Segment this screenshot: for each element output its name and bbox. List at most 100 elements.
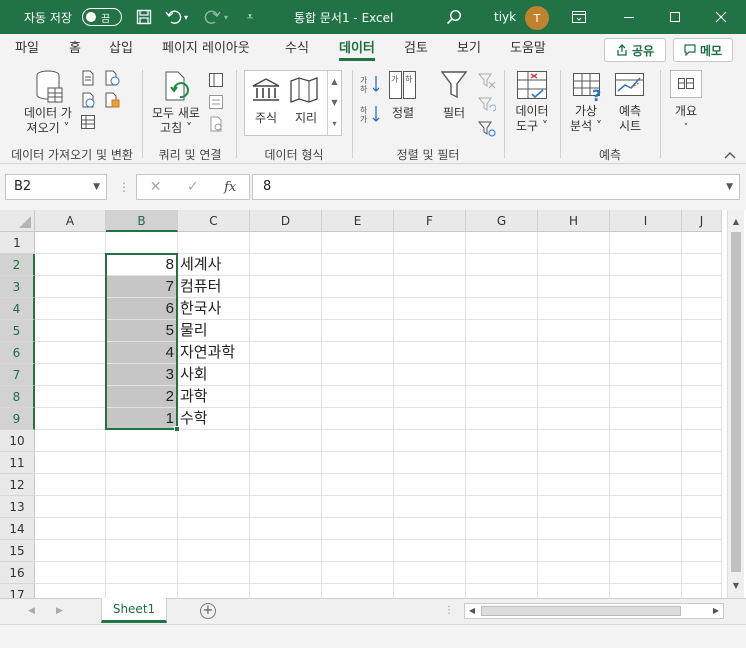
cell-g5[interactable] xyxy=(466,320,538,342)
cell-e11[interactable] xyxy=(322,452,394,474)
cell-f15[interactable] xyxy=(394,540,466,562)
undo-dropdown-icon[interactable]: ▾ xyxy=(184,0,188,34)
cell-j12[interactable] xyxy=(682,474,722,496)
cell-i2[interactable] xyxy=(610,254,682,276)
cell-a2[interactable] xyxy=(35,254,106,276)
cell-i12[interactable] xyxy=(610,474,682,496)
scroll-left-icon[interactable]: ◀ xyxy=(465,604,479,618)
expand-formula-bar-icon[interactable]: ▼ xyxy=(726,175,733,199)
cell-j3[interactable] xyxy=(682,276,722,298)
existing-connections-icon[interactable] xyxy=(104,92,120,111)
cell-g2[interactable] xyxy=(466,254,538,276)
column-header-f[interactable]: F xyxy=(394,210,466,232)
get-data-button[interactable]: 데이터 가 져오기 ˅ xyxy=(18,106,78,136)
cell-h15[interactable] xyxy=(538,540,610,562)
cell-i17[interactable] xyxy=(610,584,682,598)
cell-h16[interactable] xyxy=(538,562,610,584)
cancel-icon[interactable]: ✕ xyxy=(150,179,162,195)
maximize-icon[interactable] xyxy=(652,0,698,34)
cell-c8[interactable]: 과학 xyxy=(178,386,250,408)
cell-h13[interactable] xyxy=(538,496,610,518)
cell-e2[interactable] xyxy=(322,254,394,276)
row-header-14[interactable]: 14 xyxy=(0,518,35,540)
cell-a9[interactable] xyxy=(35,408,106,430)
column-header-d[interactable]: D xyxy=(250,210,322,232)
cell-c16[interactable] xyxy=(178,562,250,584)
cell-b17[interactable] xyxy=(106,584,178,598)
row-header-2[interactable]: 2 xyxy=(0,254,35,276)
cell-e14[interactable] xyxy=(322,518,394,540)
gallery-more-icon[interactable]: ▾ xyxy=(328,113,341,134)
cell-b8[interactable]: 2 xyxy=(106,386,178,408)
cell-j7[interactable] xyxy=(682,364,722,386)
cell-j9[interactable] xyxy=(682,408,722,430)
cell-f3[interactable] xyxy=(394,276,466,298)
cell-f16[interactable] xyxy=(394,562,466,584)
tab-file[interactable]: 파일 xyxy=(15,34,39,64)
cell-h14[interactable] xyxy=(538,518,610,540)
cell-b1[interactable] xyxy=(106,232,178,254)
cell-j2[interactable] xyxy=(682,254,722,276)
gallery-up-icon[interactable]: ▲ xyxy=(328,71,341,92)
close-icon[interactable] xyxy=(698,0,744,34)
cell-d3[interactable] xyxy=(250,276,322,298)
search-icon[interactable] xyxy=(442,0,466,34)
cell-h6[interactable] xyxy=(538,342,610,364)
row-header-8[interactable]: 8 xyxy=(0,386,35,408)
cell-h1[interactable] xyxy=(538,232,610,254)
sheet-prev-icon[interactable]: ◀ xyxy=(28,599,35,623)
from-web-icon[interactable] xyxy=(80,92,96,111)
customize-icon[interactable]: ⩡ xyxy=(238,0,262,34)
cell-b15[interactable] xyxy=(106,540,178,562)
add-sheet-icon[interactable]: + xyxy=(200,603,216,619)
row-header-16[interactable]: 16 xyxy=(0,562,35,584)
column-header-h[interactable]: H xyxy=(538,210,610,232)
data-tools-button[interactable]: 데이터 도구 ˅ xyxy=(510,104,554,134)
cell-h17[interactable] xyxy=(538,584,610,598)
cell-i13[interactable] xyxy=(610,496,682,518)
cell-a14[interactable] xyxy=(35,518,106,540)
cell-c15[interactable] xyxy=(178,540,250,562)
row-header-9[interactable]: 9 xyxy=(0,408,35,430)
cell-e10[interactable] xyxy=(322,430,394,452)
cell-e16[interactable] xyxy=(322,562,394,584)
forecast-sheet-button[interactable]: 예측 시트 xyxy=(610,104,650,134)
cell-h3[interactable] xyxy=(538,276,610,298)
row-header-5[interactable]: 5 xyxy=(0,320,35,342)
user-name[interactable]: tiyk xyxy=(494,0,516,34)
cell-g16[interactable] xyxy=(466,562,538,584)
cell-i8[interactable] xyxy=(610,386,682,408)
column-header-j[interactable]: J xyxy=(682,210,722,232)
share-button[interactable]: 공유 xyxy=(604,38,666,62)
tab-review[interactable]: 검토 xyxy=(404,34,428,64)
formula-bar-resize-icon[interactable]: ⋮ xyxy=(118,180,130,194)
name-box[interactable]: B2 ▼ xyxy=(5,174,107,200)
cell-j8[interactable] xyxy=(682,386,722,408)
cell-j10[interactable] xyxy=(682,430,722,452)
cell-i6[interactable] xyxy=(610,342,682,364)
cell-h9[interactable] xyxy=(538,408,610,430)
cell-a7[interactable] xyxy=(35,364,106,386)
cell-c17[interactable] xyxy=(178,584,250,598)
cell-a3[interactable] xyxy=(35,276,106,298)
scroll-thumb[interactable] xyxy=(731,232,741,572)
cell-b6[interactable]: 4 xyxy=(106,342,178,364)
cell-h11[interactable] xyxy=(538,452,610,474)
row-header-17[interactable]: 17 xyxy=(0,584,35,598)
cell-b3[interactable]: 7 xyxy=(106,276,178,298)
minimize-icon[interactable] xyxy=(606,0,652,34)
cell-i11[interactable] xyxy=(610,452,682,474)
row-header-10[interactable]: 10 xyxy=(0,430,35,452)
cell-f11[interactable] xyxy=(394,452,466,474)
ribbon-display-icon[interactable] xyxy=(556,0,602,34)
cell-e5[interactable] xyxy=(322,320,394,342)
sort-button[interactable]: 정렬 xyxy=(386,106,420,121)
gallery-scroll[interactable]: ▲ ▼ ▾ xyxy=(327,71,341,135)
cell-h4[interactable] xyxy=(538,298,610,320)
cell-i9[interactable] xyxy=(610,408,682,430)
cell-j13[interactable] xyxy=(682,496,722,518)
cell-f17[interactable] xyxy=(394,584,466,598)
cell-h5[interactable] xyxy=(538,320,610,342)
cell-b2[interactable]: 8 xyxy=(106,254,178,276)
cell-h2[interactable] xyxy=(538,254,610,276)
